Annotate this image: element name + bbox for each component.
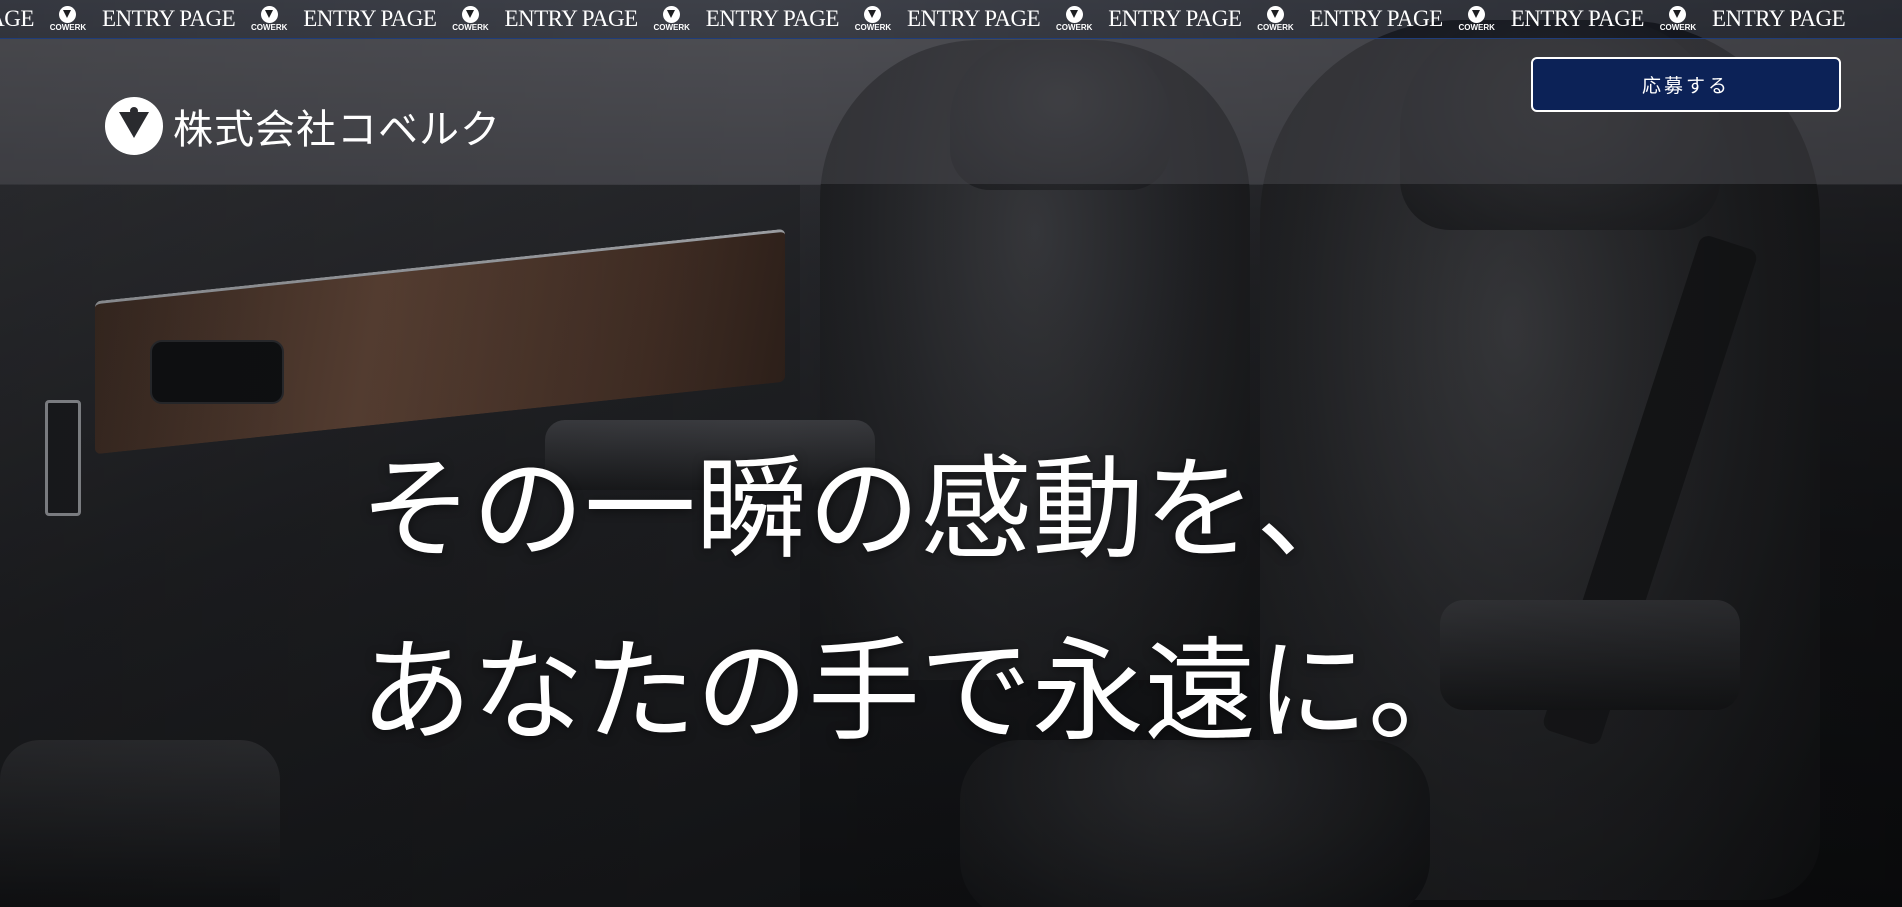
marquee-text: ENTRY PAGE	[1309, 6, 1443, 31]
cowerk-logo-icon	[105, 97, 163, 155]
cowerk-small-logo-icon: COWERK	[448, 6, 492, 32]
cowerk-small-logo-icon: COWERK	[1052, 6, 1096, 32]
marquee-item: ENTRY PAGE COWERK	[907, 6, 1108, 32]
marquee-text: ENTRY PAGE	[303, 6, 437, 31]
marquee-track: PAGE COWERK ENTRY PAGE COWERK ENTRY PAGE…	[0, 0, 1857, 38]
brand-home-link[interactable]: 株式会社コベルク	[105, 97, 501, 155]
marquee-text: ENTRY PAGE	[1108, 6, 1242, 31]
cowerk-small-logo-icon: COWERK	[1656, 6, 1700, 32]
marquee-text: ENTRY PAGE	[1711, 6, 1846, 31]
marquee-logo-caption: COWERK	[653, 23, 690, 32]
marquee-logo-caption: COWERK	[452, 23, 489, 32]
marquee-text: ENTRY PAGE	[1510, 6, 1645, 31]
marquee-logo-caption: COWERK	[1659, 23, 1697, 32]
marquee-item: ENTRY PAGE COWERK	[1309, 6, 1510, 32]
marquee-item: ENTRY PAGE COWERK	[1108, 6, 1309, 32]
marquee-item: ENTRY PAGE COWERK	[1511, 6, 1712, 32]
cowerk-small-logo-icon: COWERK	[1455, 6, 1499, 32]
marquee-text: ENTRY PAGE	[705, 6, 840, 31]
marquee-logo-caption: COWERK	[250, 23, 288, 32]
entry-page-marquee[interactable]: PAGE COWERK ENTRY PAGE COWERK ENTRY PAGE…	[0, 0, 1902, 39]
marquee-text: ENTRY PAGE	[906, 6, 1041, 31]
marquee-text: ENTRY PAGE	[504, 6, 638, 31]
marquee-text: PAGE	[0, 6, 34, 31]
apply-button[interactable]: 応募する	[1531, 57, 1841, 112]
marquee-item: PAGE COWERK	[0, 6, 102, 32]
company-name: 株式会社コベルク	[173, 107, 501, 153]
cowerk-small-logo-icon: COWERK	[650, 6, 694, 32]
hero-line-1: その一瞬の感動を、	[360, 445, 1368, 575]
marquee-item: ENTRY PAGE COWERK	[102, 6, 303, 32]
marquee-item: ENTRY PAGE	[1712, 6, 1857, 32]
marquee-text: ENTRY PAGE	[101, 6, 236, 31]
cowerk-small-logo-icon: COWERK	[851, 6, 895, 32]
marquee-logo-caption: COWERK	[854, 23, 892, 32]
marquee-logo-caption: COWERK	[1055, 23, 1093, 32]
cowerk-small-logo-icon: COWERK	[247, 6, 291, 32]
cowerk-small-logo-icon: COWERK	[1253, 6, 1297, 32]
marquee-logo-caption: COWERK	[1458, 23, 1495, 32]
marquee-logo-caption: COWERK	[49, 23, 87, 32]
marquee-item: ENTRY PAGE COWERK	[303, 6, 504, 32]
cowerk-small-logo-icon: COWERK	[46, 6, 90, 32]
marquee-item: ENTRY PAGE COWERK	[504, 6, 705, 32]
marquee-item: ENTRY PAGE COWERK	[706, 6, 907, 32]
hero-line-2: あなたの手で永遠に。	[360, 627, 1480, 757]
hero-catchcopy: その一瞬の感動を、 あなたの手で永遠に。	[360, 450, 1480, 752]
marquee-logo-caption: COWERK	[1257, 23, 1294, 32]
